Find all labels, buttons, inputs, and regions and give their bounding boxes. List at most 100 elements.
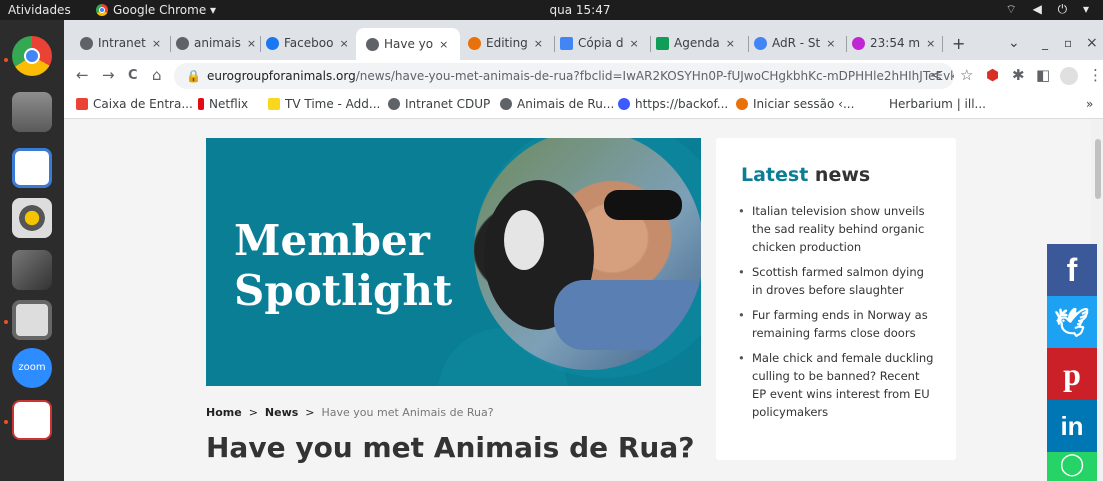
globe-icon xyxy=(80,36,93,50)
bookmark-item[interactable]: TV Time - Add... xyxy=(268,97,380,111)
bookmark-label: Herbarium | ill... xyxy=(889,97,986,111)
tab-strip: Intranet × animais × Faceboo × Have yo ×… xyxy=(64,20,1103,60)
scrollbar-thumb[interactable] xyxy=(1095,139,1101,199)
close-tab-icon[interactable]: × xyxy=(439,38,448,51)
bookmark-label: Caixa de Entra... xyxy=(93,97,193,111)
facebook-share-button[interactable]: f xyxy=(1047,244,1097,296)
calculator-icon[interactable] xyxy=(12,300,52,340)
bookmark-item[interactable]: Herbarium | ill... xyxy=(872,97,986,111)
zoom-icon[interactable]: zoom xyxy=(12,348,52,388)
tab[interactable]: Editing × xyxy=(468,30,552,56)
tvtime-icon xyxy=(268,98,280,110)
toolbar: ← → C ⌂ 🔒 eurogroupforanimals.org/news/ha… xyxy=(64,60,1103,92)
breadcrumb-home[interactable]: Home xyxy=(206,406,242,419)
facebook-icon xyxy=(266,36,279,50)
latest-news-title: Latest news xyxy=(741,164,870,186)
restore-button[interactable]: ▫ xyxy=(1064,30,1072,56)
breadcrumb-news[interactable]: News xyxy=(265,406,298,419)
activities-button[interactable]: Atividades xyxy=(8,3,71,17)
dog-shape xyxy=(504,210,544,270)
forward-button[interactable]: → xyxy=(102,66,115,84)
globe-icon xyxy=(366,37,379,51)
breadcrumb-current: Have you met Animais de Rua? xyxy=(321,406,494,419)
dock: zoom xyxy=(0,20,64,481)
profile-avatar[interactable] xyxy=(1060,67,1078,85)
chrome-icon[interactable] xyxy=(12,36,52,76)
bookmark-item[interactable]: Animais de Ru... xyxy=(500,97,614,111)
globe-icon xyxy=(500,98,512,110)
docs-icon xyxy=(560,36,573,50)
tab-label: Have yo xyxy=(384,37,434,51)
close-tab-icon[interactable]: × xyxy=(152,37,161,50)
tab-label: 23:54 m xyxy=(870,36,921,50)
news-link[interactable]: Male chick and female duckling culling t… xyxy=(736,349,936,421)
close-tab-icon[interactable]: × xyxy=(247,37,256,50)
news-link[interactable]: Fur farming ends in Norway as remaining … xyxy=(736,306,936,342)
sunglasses-shape xyxy=(604,190,682,220)
tab[interactable]: Faceboo × xyxy=(266,30,356,56)
bookmark-item[interactable]: https://backof... xyxy=(618,97,728,111)
extension-icon[interactable]: ⬢ xyxy=(986,66,999,84)
speaker-icon[interactable] xyxy=(12,198,52,238)
app-menu[interactable]: Google Chrome ▾ xyxy=(96,3,216,17)
pinterest-share-button[interactable]: p xyxy=(1047,348,1097,400)
tab-search-button[interactable]: ⌄ xyxy=(1008,30,1020,56)
bookmark-item[interactable]: Caixa de Entra... xyxy=(76,97,193,111)
tab-label: Faceboo xyxy=(284,36,334,50)
twitter-share-button[interactable]: 🕊 xyxy=(1047,296,1097,348)
media-icon xyxy=(852,36,865,50)
calendar-icon xyxy=(656,36,669,50)
bookmark-item[interactable]: Netflix xyxy=(198,97,248,111)
share-icon[interactable]: < xyxy=(930,66,943,84)
tab[interactable]: Intranet × xyxy=(80,30,168,56)
close-window-button[interactable]: × xyxy=(1086,30,1098,56)
tab[interactable]: animais × xyxy=(176,30,256,56)
tab-active[interactable]: Have yo × xyxy=(356,28,460,60)
menu-icon[interactable]: ⋮ xyxy=(1088,66,1103,84)
close-tab-icon[interactable]: × xyxy=(629,37,638,50)
minimize-button[interactable]: _ xyxy=(1042,30,1048,56)
writer-icon[interactable] xyxy=(12,148,52,188)
back-button[interactable]: ← xyxy=(76,66,89,84)
tab[interactable]: Cópia d × xyxy=(560,30,648,56)
hero-title: Member Spotlight xyxy=(234,216,452,316)
netflix-icon xyxy=(198,98,204,110)
lock-icon[interactable]: 🔒 xyxy=(186,69,201,83)
system-indicators[interactable]: ⌔ ◀ ⏻ ▾ xyxy=(1006,2,1095,17)
gmail-icon xyxy=(76,98,88,110)
bookmarks-bar: Caixa de Entra... Netflix TV Time - Add.… xyxy=(64,92,1103,119)
news-link[interactable]: Italian television show unveils the sad … xyxy=(736,202,936,256)
settings-icon[interactable] xyxy=(12,250,52,290)
close-tab-icon[interactable]: × xyxy=(534,37,543,50)
close-tab-icon[interactable]: × xyxy=(726,37,735,50)
bookmark-item[interactable]: Iniciar sessão ‹... xyxy=(736,97,854,111)
tab[interactable]: Agenda × xyxy=(656,30,746,56)
hero-title-line: Spotlight xyxy=(234,266,453,315)
new-tab-button[interactable]: + xyxy=(952,30,965,56)
close-tab-icon[interactable]: × xyxy=(926,37,935,50)
side-panel-icon[interactable]: ◧ xyxy=(1036,66,1050,84)
tab[interactable]: 23:54 m × xyxy=(852,30,942,56)
bookmark-item[interactable]: Intranet CDUP xyxy=(388,97,490,111)
address-bar[interactable]: 🔒 eurogroupforanimals.org/news/have-you-m… xyxy=(174,63,954,89)
latest-news-panel: Latest news Italian television show unve… xyxy=(716,138,956,460)
bookmarks-overflow-button[interactable]: » xyxy=(1086,97,1093,111)
close-tab-icon[interactable]: × xyxy=(339,37,348,50)
linkedin-share-button[interactable]: in xyxy=(1047,400,1097,452)
whatsapp-share-button[interactable]: ◯ xyxy=(1047,452,1097,481)
running-indicator xyxy=(4,420,8,424)
reload-button[interactable]: C xyxy=(128,68,138,83)
tab[interactable]: AdR - St × xyxy=(754,30,844,56)
web-page: Member Spotlight Home > News > Have you … xyxy=(64,119,1103,481)
close-tab-icon[interactable]: × xyxy=(826,37,835,50)
acrobat-icon[interactable] xyxy=(12,400,52,440)
hero-photo xyxy=(474,138,701,370)
extensions-puzzle-icon[interactable]: ✱ xyxy=(1012,66,1025,84)
news-link[interactable]: Scottish farmed salmon dying in droves b… xyxy=(736,263,936,299)
latest-news-title-accent: Latest xyxy=(741,164,809,186)
clock[interactable]: qua 15:47 xyxy=(520,3,640,17)
files-icon[interactable] xyxy=(12,92,52,132)
breadcrumb-separator: > xyxy=(305,406,315,419)
bookmark-star-icon[interactable]: ☆ xyxy=(960,66,973,84)
home-button[interactable]: ⌂ xyxy=(152,66,162,84)
